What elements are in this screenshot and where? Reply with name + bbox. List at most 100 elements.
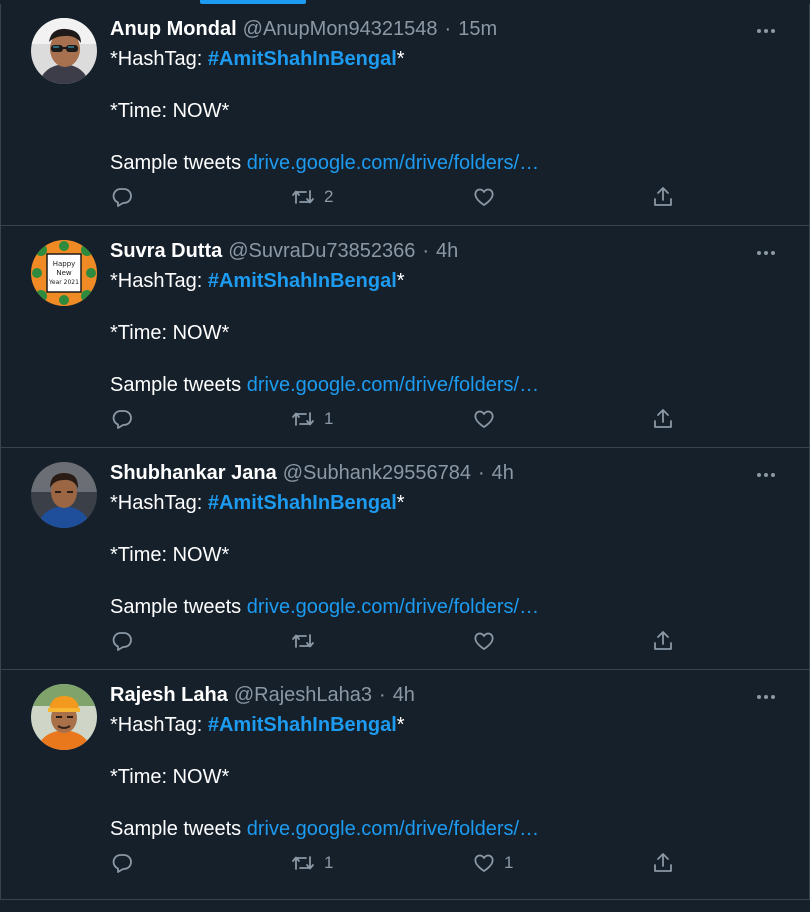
hashtag-link[interactable]: #AmitShahInBengal [208, 270, 397, 292]
avatar[interactable]: Happy New Year 2021 [31, 240, 97, 306]
avatar-photo-icon [31, 18, 97, 84]
tweet-actions [110, 626, 690, 656]
sample-tweets-label: Sample tweets [110, 596, 247, 618]
tweet-feed: Anup Mondal @AnupMon94321548 · 15m *Hash… [0, 4, 810, 900]
author-name[interactable]: Anup Mondal [110, 18, 237, 41]
reply-button[interactable] [110, 626, 142, 656]
reply-icon [112, 632, 132, 651]
share-button[interactable] [651, 404, 675, 434]
avatar-text-new: New [56, 269, 72, 277]
drive-link[interactable]: drive.google.com/drive/folders/… [247, 818, 539, 840]
retweet-icon [292, 634, 314, 648]
more-options-button[interactable] [753, 240, 779, 266]
hashtag-link[interactable]: #AmitShahInBengal [208, 714, 397, 736]
share-icon [654, 187, 672, 206]
share-icon [654, 409, 672, 428]
author-handle[interactable]: @Subhank29556784 [283, 462, 471, 485]
retweet-button[interactable]: 1 [290, 848, 333, 878]
avatar-text-year: Year 2021 [48, 279, 79, 286]
tweet-header: Shubhankar Jana @Subhank29556784 · 4h [110, 462, 779, 490]
sample-tweets-label: Sample tweets [110, 374, 247, 396]
tweet-text: *HashTag: #AmitShahInBengal* *Time: NOW*… [110, 46, 779, 176]
hashtag-link[interactable]: #AmitShahInBengal [208, 492, 397, 514]
hashtag-prefix: *HashTag: [110, 492, 208, 514]
retweet-count: 2 [324, 187, 334, 206]
tweet-content: Anup Mondal @AnupMon94321548 · 15m *Hash… [110, 18, 779, 176]
author-name[interactable]: Rajesh Laha [110, 684, 228, 707]
reply-button[interactable] [110, 182, 142, 212]
heart-icon [474, 410, 494, 428]
retweet-button[interactable]: 2 [290, 182, 333, 212]
share-button[interactable] [651, 182, 675, 212]
heart-icon [474, 854, 494, 872]
author-name[interactable]: Shubhankar Jana [110, 462, 277, 485]
share-icon [654, 631, 672, 650]
avatar[interactable] [31, 462, 97, 528]
tweet[interactable]: Happy New Year 2021 Suvra Dutta @SuvraDu… [0, 226, 810, 448]
like-count: 1 [504, 853, 514, 872]
like-button[interactable]: 1 [472, 848, 513, 878]
reply-icon [112, 854, 132, 873]
retweet-count: 1 [324, 409, 334, 428]
hashtag-link[interactable]: #AmitShahInBengal [208, 48, 397, 70]
retweet-icon [292, 412, 314, 426]
separator-dot: · [379, 684, 386, 706]
like-button[interactable] [472, 404, 504, 434]
author-handle[interactable]: @SuvraDu73852366 [228, 240, 415, 263]
avatar-new-year-graphic-icon: Happy New Year 2021 [31, 240, 97, 306]
retweet-icon [292, 190, 314, 204]
reply-button[interactable] [110, 404, 142, 434]
share-button[interactable] [651, 848, 675, 878]
avatar-photo-icon [31, 684, 97, 750]
tweet[interactable]: Anup Mondal @AnupMon94321548 · 15m *Hash… [0, 4, 810, 226]
more-dots-icon [757, 473, 775, 477]
reply-icon [112, 410, 132, 429]
time-line: *Time: NOW* [110, 322, 230, 344]
sample-tweets-label: Sample tweets [110, 818, 247, 840]
avatar[interactable] [31, 18, 97, 84]
tweet-header: Suvra Dutta @SuvraDu73852366 · 4h [110, 240, 779, 268]
tweet-timestamp[interactable]: 15m [458, 18, 497, 41]
share-icon [654, 853, 672, 872]
tweet[interactable]: Shubhankar Jana @Subhank29556784 · 4h *H… [0, 448, 810, 670]
author-handle[interactable]: @RajeshLaha3 [234, 684, 372, 707]
reply-button[interactable] [110, 848, 142, 878]
more-dots-icon [757, 29, 775, 33]
tweet-actions: 1 [110, 404, 690, 434]
like-button[interactable] [472, 182, 504, 212]
separator-dot: · [444, 18, 452, 40]
tweet-timestamp[interactable]: 4h [492, 462, 514, 485]
share-button[interactable] [651, 626, 675, 656]
tweet-actions: 1 1 [110, 848, 690, 878]
separator-dot: · [422, 240, 430, 262]
hashtag-prefix: *HashTag: [110, 714, 208, 736]
author-name[interactable]: Suvra Dutta [110, 240, 222, 263]
drive-link[interactable]: drive.google.com/drive/folders/… [247, 374, 539, 396]
tweet-timestamp[interactable]: 4h [436, 240, 458, 263]
drive-link[interactable]: drive.google.com/drive/folders/… [247, 596, 539, 618]
tweet-content: Suvra Dutta @SuvraDu73852366 · 4h *HashT… [110, 240, 779, 398]
more-options-button[interactable] [753, 18, 779, 44]
hashtag-suffix: * [396, 714, 405, 736]
avatar[interactable] [31, 684, 97, 750]
retweet-button[interactable]: 1 [290, 404, 333, 434]
reply-icon [112, 188, 132, 207]
tweet-timestamp[interactable]: 4h [393, 684, 415, 707]
separator-dot: · [477, 462, 485, 484]
heart-icon [474, 632, 494, 650]
tweet-content: Rajesh Laha @RajeshLaha3 · 4h *HashTag: … [110, 684, 779, 842]
more-options-button[interactable] [753, 462, 779, 488]
avatar-text-happy: Happy [53, 260, 76, 268]
author-handle[interactable]: @AnupMon94321548 [243, 18, 438, 41]
like-button[interactable] [472, 626, 504, 656]
drive-link[interactable]: drive.google.com/drive/folders/… [247, 152, 539, 174]
tweet[interactable]: Rajesh Laha @RajeshLaha3 · 4h *HashTag: … [0, 670, 810, 900]
tweet-header: Anup Mondal @AnupMon94321548 · 15m [110, 18, 779, 46]
tweet-text: *HashTag: #AmitShahInBengal* *Time: NOW*… [110, 490, 779, 620]
time-line: *Time: NOW* [110, 766, 230, 788]
time-line: *Time: NOW* [110, 100, 230, 122]
more-options-button[interactable] [753, 684, 779, 710]
hashtag-suffix: * [396, 270, 405, 292]
retweet-button[interactable] [290, 626, 324, 656]
avatar-photo-icon [31, 462, 97, 528]
